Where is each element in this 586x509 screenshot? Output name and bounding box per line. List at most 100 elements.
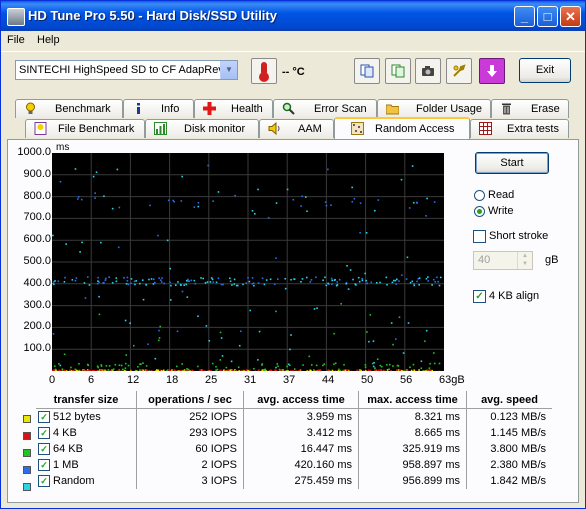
data-point	[166, 369, 168, 372]
temperature-readout: -- °C	[282, 66, 305, 78]
minimize-button[interactable]: _	[514, 6, 535, 27]
tab-random-access[interactable]: Random Access	[334, 117, 470, 139]
data-point	[63, 281, 66, 283]
menu-file[interactable]: File	[7, 34, 25, 46]
tab-benchmark[interactable]: Benchmark	[15, 99, 123, 118]
tab-aam[interactable]: AAM	[259, 119, 334, 138]
series-checkbox[interactable]: ✓	[38, 475, 50, 488]
save-button[interactable]	[479, 58, 505, 84]
tab-extra-tests[interactable]: Extra tests	[470, 119, 569, 138]
grid-icon	[479, 122, 492, 135]
data-point	[390, 370, 392, 372]
data-point	[377, 369, 380, 372]
align-4kb-checkbox[interactable]: ✓	[473, 290, 486, 303]
spin-arrows-icon[interactable]: ▲ ▼	[517, 252, 532, 269]
data-point	[182, 370, 184, 372]
short-stroke-checkbox[interactable]	[473, 230, 486, 243]
data-point	[166, 239, 169, 242]
x-tick-label: 12	[127, 374, 140, 386]
data-point	[353, 197, 356, 200]
copy-info-button[interactable]	[354, 58, 380, 84]
data-point	[294, 370, 297, 372]
data-point	[100, 241, 102, 244]
data-point	[220, 337, 223, 339]
copy-text-button[interactable]	[385, 58, 411, 84]
red-cross-icon	[203, 102, 216, 115]
data-point	[253, 367, 255, 370]
data-point	[117, 246, 120, 249]
data-point	[216, 368, 219, 371]
data-point	[204, 282, 207, 284]
data-point	[158, 329, 160, 332]
y-axis-unit: ms	[56, 142, 70, 153]
random-access-icon	[351, 122, 364, 135]
data-point	[135, 280, 137, 282]
series-checkbox[interactable]: ✓	[38, 459, 50, 472]
y-tick-label: 800.0	[23, 189, 51, 202]
tab-disk-monitor[interactable]: Disk monitor	[145, 119, 259, 138]
tab-error-scan[interactable]: Error Scan	[273, 99, 377, 118]
data-point	[169, 267, 172, 270]
menu-help[interactable]: Help	[37, 34, 60, 46]
data-point	[156, 370, 159, 372]
screenshot-button[interactable]	[415, 58, 441, 84]
close-button[interactable]: ✕	[560, 6, 581, 27]
title-bar[interactable]: HD Tune Pro 5.50 - Hard Disk/SSD Utility…	[1, 1, 585, 31]
toolbar: SINTECHI HighSpeed SD to CF AdapRev ▼ --…	[1, 51, 585, 92]
drive-select-value: SINTECHI HighSpeed SD to CF AdapRev	[19, 64, 224, 76]
y-tick-label: 600.0	[23, 233, 51, 246]
tab-file-benchmark[interactable]: File Benchmark	[25, 119, 145, 138]
tab-health[interactable]: Health	[194, 99, 273, 118]
options-button[interactable]	[446, 58, 472, 84]
tab-folder-usage[interactable]: Folder Usage	[377, 99, 491, 118]
data-point	[141, 279, 144, 281]
data-point	[95, 171, 98, 173]
series-checkbox[interactable]: ✓	[38, 411, 50, 424]
tab-erase[interactable]: Erase	[491, 99, 569, 118]
data-point	[158, 337, 161, 339]
ops-cell: 293 IOPS	[136, 425, 244, 441]
drive-select[interactable]: SINTECHI HighSpeed SD to CF AdapRev ▼	[15, 60, 238, 80]
data-point	[385, 276, 388, 279]
thermometer-icon[interactable]	[251, 58, 277, 84]
start-button[interactable]: Start	[475, 152, 549, 174]
x-tick-label: 50	[361, 374, 374, 386]
data-point	[237, 366, 240, 369]
write-radio[interactable]	[474, 206, 485, 217]
data-point	[176, 330, 179, 333]
series-checkbox[interactable]: ✓	[38, 427, 50, 440]
data-point	[263, 369, 265, 372]
data-point	[371, 362, 374, 365]
data-point	[253, 212, 256, 215]
read-radio[interactable]	[474, 190, 485, 201]
data-point	[364, 364, 367, 366]
series-points	[52, 164, 439, 346]
data-point	[200, 277, 202, 279]
data-point	[362, 370, 365, 372]
data-point	[129, 322, 131, 325]
data-point	[212, 200, 214, 202]
exit-button[interactable]: Exit	[519, 58, 571, 83]
data-point	[426, 369, 429, 371]
menu-bar: File Help	[1, 31, 585, 51]
data-point	[336, 281, 339, 283]
trash-icon	[502, 103, 511, 115]
tab-info[interactable]: Info	[123, 99, 194, 118]
maximize-button[interactable]: □	[537, 6, 558, 27]
x-tick-label: 18	[166, 374, 179, 386]
legend-swatch	[23, 483, 31, 491]
data-point	[369, 314, 372, 316]
data-point	[77, 196, 80, 198]
data-point	[52, 333, 55, 335]
chevron-down-icon[interactable]: ▼	[220, 61, 237, 79]
data-point	[180, 284, 182, 286]
data-point	[159, 325, 162, 328]
data-point	[134, 369, 137, 372]
series-checkbox[interactable]: ✓	[38, 443, 50, 456]
short-stroke-size-input[interactable]: 40 ▲ ▼	[473, 251, 533, 270]
data-point	[276, 278, 279, 280]
data-point	[427, 280, 429, 282]
avg-speed-cell: 1.842 MB/s	[490, 475, 546, 487]
data-point	[396, 278, 398, 281]
data-point	[386, 364, 388, 366]
